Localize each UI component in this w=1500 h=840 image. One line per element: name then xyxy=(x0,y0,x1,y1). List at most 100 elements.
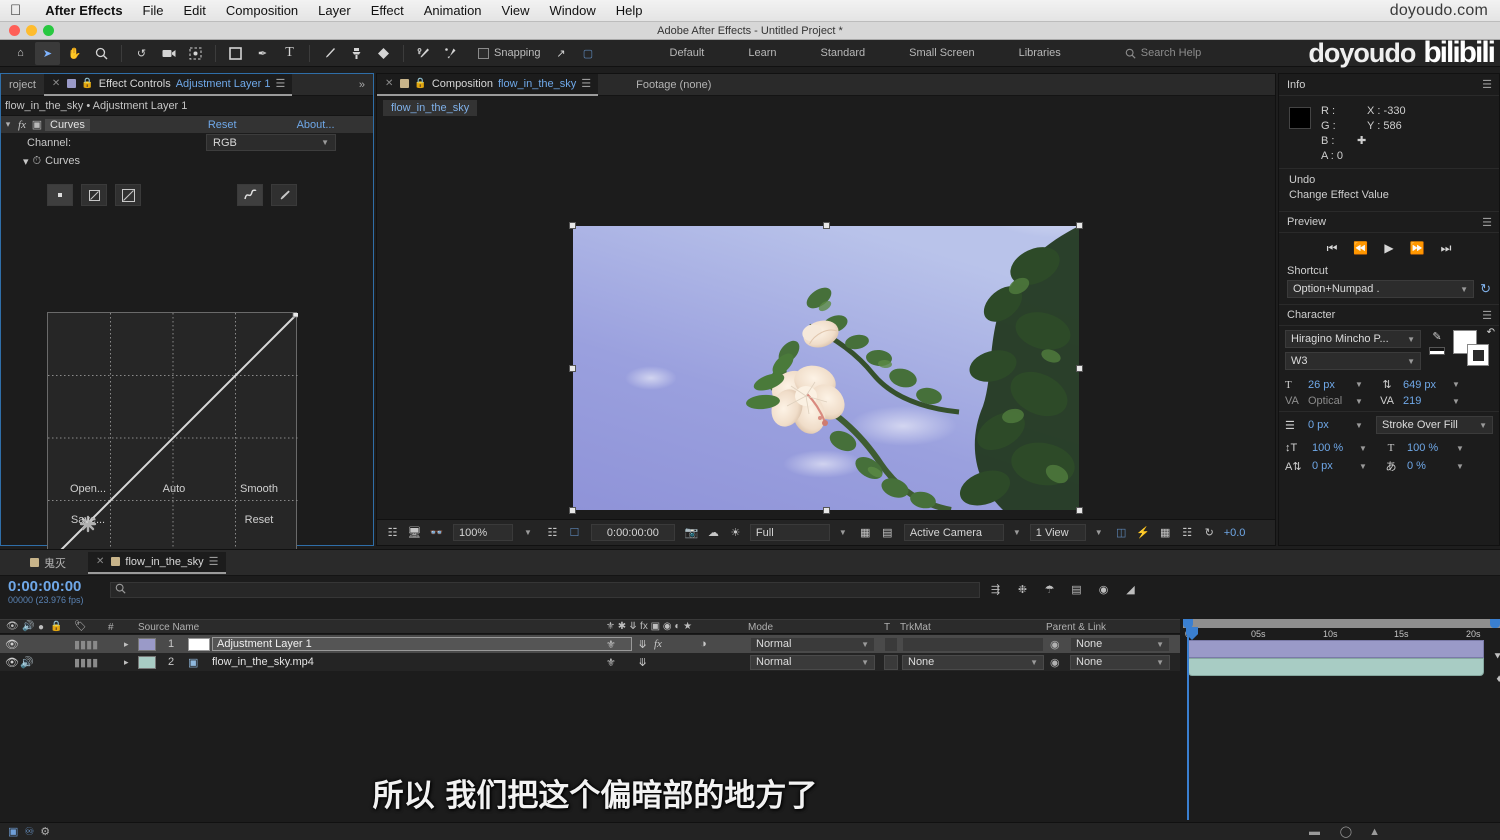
hide-shy-layers-icon[interactable]: ☂ xyxy=(1039,580,1060,599)
effect-reset-button[interactable]: Reset xyxy=(208,119,237,131)
tsume-chevron-icon[interactable]: ▼ xyxy=(1456,462,1464,471)
menu-item-edit[interactable]: Edit xyxy=(174,0,216,22)
horizontal-scale-chevron-icon[interactable]: ▼ xyxy=(1456,444,1464,453)
exposure-value[interactable]: +0.0 xyxy=(1224,527,1246,539)
workspace-tab-small-screen[interactable]: Small Screen xyxy=(887,40,996,67)
kerning-chevron-icon[interactable]: ▼ xyxy=(1355,397,1371,406)
region-of-interest-icon[interactable]: ☐ xyxy=(565,523,584,542)
curve-diagonal-box-icon[interactable] xyxy=(115,184,141,206)
layer-audio-icon[interactable]: 🔊 xyxy=(20,656,34,669)
channel-dropdown[interactable]: RGB ▼ xyxy=(206,134,336,151)
effect-disclosure-icon[interactable]: ▾ xyxy=(1,119,15,130)
composition-tab[interactable]: ✕ 🔒 Composition flow_in_the_sky ☰ xyxy=(377,74,598,96)
curve-point-tool-icon[interactable] xyxy=(47,184,73,206)
menu-item-view[interactable]: View xyxy=(492,0,540,22)
motion-blur-icon[interactable]: ◉ xyxy=(1093,580,1114,599)
layer-visibility-icon[interactable]: 👁 xyxy=(5,656,19,669)
layer-motion-blur-icon[interactable]: ⚜ xyxy=(606,638,616,651)
zoom-chevron-icon[interactable]: ▼ xyxy=(524,528,532,537)
camera-tool-icon[interactable] xyxy=(156,42,181,65)
curve-eyedropper-icon[interactable] xyxy=(271,184,297,206)
apple-icon[interactable]:  xyxy=(10,3,21,18)
composition-mini-flowchart-icon[interactable]: ⇶ xyxy=(985,580,1006,599)
layer-t-toggle[interactable] xyxy=(884,637,898,652)
menu-item-file[interactable]: File xyxy=(133,0,174,22)
layer-disclosure-icon[interactable]: ▸ xyxy=(124,639,129,650)
last-frame-button[interactable]: ⏭ xyxy=(1441,241,1452,256)
shortcut-reset-icon[interactable]: ↻ xyxy=(1480,281,1491,297)
comp-marker-icon[interactable]: ⯆ xyxy=(1493,651,1500,664)
panel-menu-icon[interactable]: ☰ xyxy=(275,77,284,90)
effect-header-row[interactable]: ▾ fx ▣ Curves Reset About... xyxy=(1,116,373,133)
layer-visibility-icon[interactable]: 👁 xyxy=(5,638,19,651)
layer-mode-dropdown[interactable]: Normal ▼ xyxy=(750,637,875,652)
curve-pencil-tool-icon[interactable] xyxy=(237,184,263,206)
eraser-tool-icon[interactable] xyxy=(371,42,396,65)
composition-stage[interactable] xyxy=(573,226,1079,510)
table-row[interactable]: 👁 🔊 ▮▮▮▮ ▸ 2 ▣ flow_in_the_sky.mp4 ⚜ ⤋ N… xyxy=(0,653,1180,671)
layer-marker-icon[interactable]: ♦ xyxy=(1496,673,1500,685)
curve-open-box-icon[interactable] xyxy=(81,184,107,206)
timeline-track-area[interactable]: ⯆ ♦ xyxy=(1183,645,1500,820)
leading-value[interactable]: 649 px xyxy=(1403,379,1447,391)
curves-open-button[interactable]: Open... xyxy=(47,478,129,500)
snapshot-camera-icon[interactable]: 📷 xyxy=(682,523,701,542)
table-row[interactable]: 👁 ▮▮▮▮ ▸ 1 Adjustment Layer 1 ⚜ ⤋ fx ◑ N… xyxy=(0,635,1180,653)
footage-tab[interactable]: Footage (none) xyxy=(628,74,719,96)
views-chevron-icon[interactable]: ▼ xyxy=(1095,528,1103,537)
tracking-value[interactable]: 219 xyxy=(1403,395,1447,407)
pixel-aspect-correction-icon[interactable]: ◫ xyxy=(1112,523,1131,542)
font-family-dropdown[interactable]: Hiragino Mincho P... ▼ xyxy=(1285,330,1421,348)
workspace-tab-learn[interactable]: Learn xyxy=(726,40,798,67)
kerning-value[interactable]: Optical xyxy=(1308,395,1350,407)
selection-handle-bc[interactable] xyxy=(823,507,830,514)
channel-rgb-icon[interactable]: ☀ xyxy=(726,523,745,542)
vertical-scale-value[interactable]: 100 % xyxy=(1312,442,1354,454)
pen-tool-icon[interactable]: ✒ xyxy=(250,42,275,65)
selection-handle-bl[interactable] xyxy=(569,507,576,514)
layer-adjustment-icon[interactable]: ◑ xyxy=(700,638,707,650)
swap-colors-icon[interactable]: ↶ xyxy=(1487,327,1495,338)
font-style-dropdown[interactable]: W3 ▼ xyxy=(1285,352,1421,370)
snapping-arrow-icon[interactable]: ↗ xyxy=(549,42,574,65)
curves-auto-button[interactable]: Auto xyxy=(134,478,214,500)
menu-item-layer[interactable]: Layer xyxy=(308,0,361,22)
selection-tool-icon[interactable]: ➤ xyxy=(35,42,60,65)
menu-item-window[interactable]: Window xyxy=(539,0,605,22)
grid-guides-icon[interactable]: ☷ xyxy=(543,523,562,542)
3d-glasses-icon[interactable]: 👓 xyxy=(427,523,446,542)
selection-handle-tl[interactable] xyxy=(569,222,576,229)
baseline-shift-chevron-icon[interactable]: ▼ xyxy=(1359,462,1375,471)
layer-parent-dropdown[interactable]: None ▼ xyxy=(1070,655,1170,670)
stroke-color-swatch[interactable] xyxy=(1467,344,1489,366)
fill-stroke-gradient-swatch[interactable] xyxy=(1429,347,1445,355)
layer-quality-icon[interactable]: ⤋ xyxy=(638,638,647,651)
toggle-switches-modes-icon[interactable]: ▣ xyxy=(8,825,18,838)
parent-pickwhip-icon[interactable]: ◉ xyxy=(1050,638,1060,651)
resolution-chevron-icon[interactable]: ▼ xyxy=(839,528,847,537)
effect-controls-tab[interactable]: ✕ 🔒 Effect Controls Adjustment Layer 1 ☰ xyxy=(44,74,292,96)
shortcut-dropdown[interactable]: Option+Numpad . ▼ xyxy=(1287,280,1474,298)
comp-name-breadcrumb[interactable]: flow_in_the_sky xyxy=(383,100,477,116)
layer-switch-columns[interactable]: ▮▮▮▮ xyxy=(74,638,98,651)
baseline-shift-value[interactable]: 0 px xyxy=(1312,460,1354,472)
leading-chevron-icon[interactable]: ▼ xyxy=(1452,380,1460,389)
menu-item-help[interactable]: Help xyxy=(606,0,653,22)
home-icon[interactable]: ⌂ xyxy=(8,42,33,65)
timeline-render-icon[interactable]: ⚙ xyxy=(40,825,50,838)
parent-pickwhip-icon[interactable]: ◉ xyxy=(1050,656,1060,669)
snapping-checkbox[interactable] xyxy=(478,48,489,59)
workspace-tab-default[interactable]: Default xyxy=(648,40,727,67)
layer-mode-dropdown[interactable]: Normal ▼ xyxy=(750,655,875,670)
close-composition-tab-icon[interactable]: ✕ xyxy=(385,78,393,89)
layer-trkmat-dropdown[interactable] xyxy=(902,637,1044,652)
timeline-panel-menu-icon[interactable]: ☰ xyxy=(209,555,218,568)
expand-panels-icon[interactable]: » xyxy=(359,79,373,91)
brush-tool-icon[interactable] xyxy=(317,42,342,65)
workspace-tab-libraries[interactable]: Libraries xyxy=(997,40,1083,67)
layer-switch-columns[interactable]: ▮▮▮▮ xyxy=(74,656,98,669)
vertical-scale-chevron-icon[interactable]: ▼ xyxy=(1359,444,1375,453)
timeline-zoom-in-icon[interactable]: ▲ xyxy=(1369,826,1380,838)
work-area-end-handle[interactable] xyxy=(1490,619,1500,628)
puppet-pin-tool-icon[interactable] xyxy=(438,42,463,65)
